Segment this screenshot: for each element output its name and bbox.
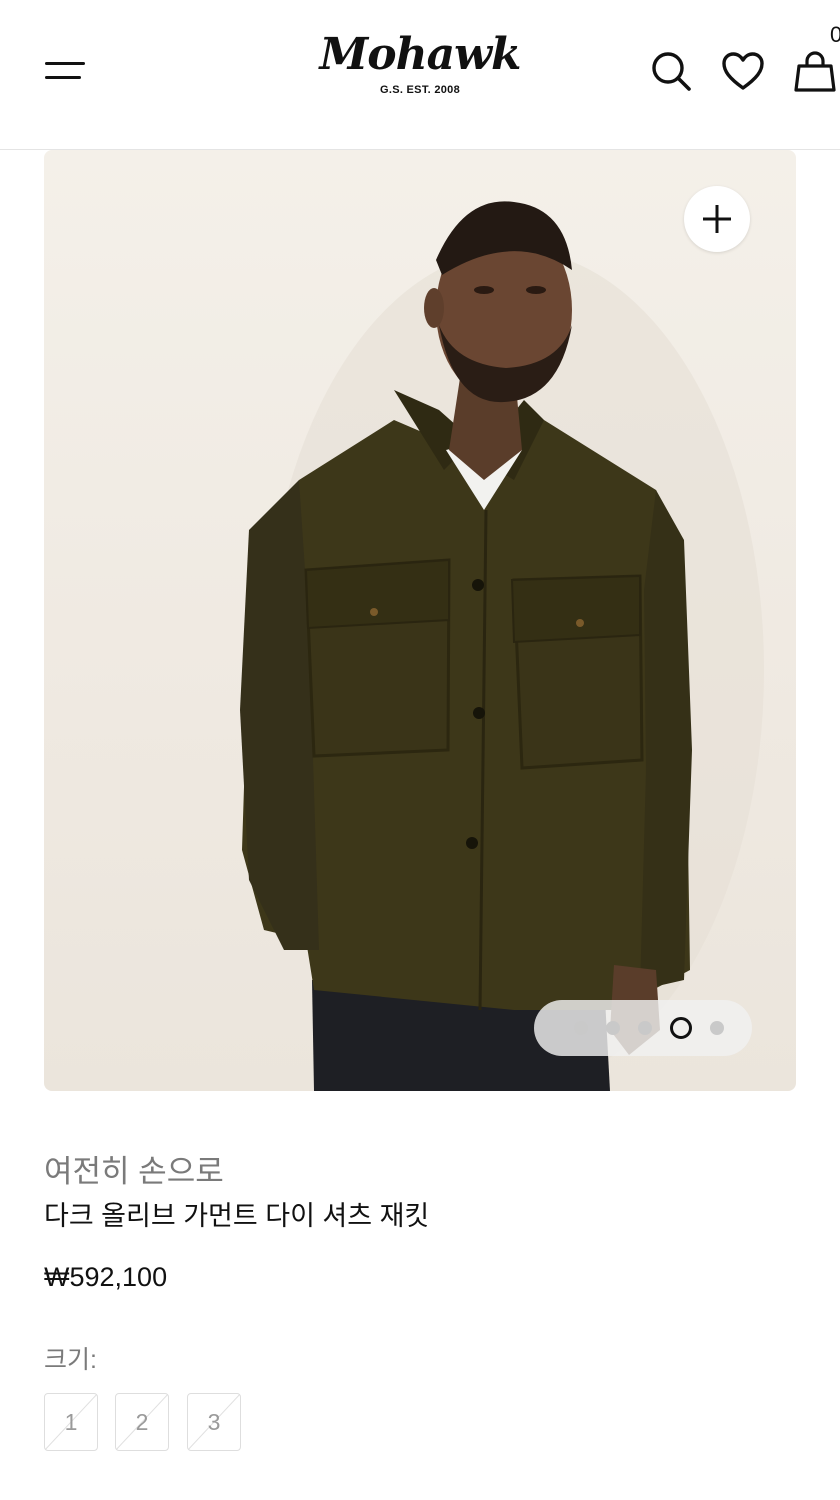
plus-icon (703, 205, 731, 233)
size-option-label: 1 (64, 1408, 78, 1435)
logo-wordmark: Mohawk (319, 29, 522, 80)
menu-icon-line (45, 76, 81, 79)
size-option-label: 2 (135, 1408, 149, 1435)
product-price: ₩592,100 (44, 1262, 168, 1292)
search-icon (652, 52, 691, 91)
product-image-gallery[interactable] (44, 150, 796, 1091)
gallery-pagination (534, 1000, 752, 1056)
wishlist-button[interactable] (718, 46, 768, 96)
bag-icon (794, 51, 836, 92)
gallery-dot-active[interactable] (670, 1017, 692, 1039)
logo-tagline: G.S. EST. 2008 (379, 84, 461, 96)
menu-icon (45, 62, 85, 65)
zoom-button[interactable] (684, 186, 750, 252)
size-label: 크기: (44, 1346, 97, 1374)
heart-icon (722, 52, 764, 90)
size-option-3[interactable]: 3 (187, 1393, 241, 1451)
size-option-2[interactable]: 2 (115, 1393, 169, 1451)
gallery-dot[interactable] (710, 1021, 724, 1035)
product-brand[interactable]: 여전히 손으로 (44, 1146, 224, 1191)
size-option-1[interactable]: 1 (44, 1393, 98, 1451)
menu-button[interactable] (40, 54, 90, 88)
product-photo (240, 201, 764, 1091)
site-header: Mohawk G.S. EST. 2008 0 (0, 0, 840, 150)
size-option-label: 3 (207, 1408, 221, 1435)
search-button[interactable] (646, 46, 696, 96)
gallery-dot[interactable] (574, 1021, 588, 1035)
product-title: 다크 올리브 가먼트 다이 셔츠 재킷 (44, 1201, 430, 1231)
gallery-dot[interactable] (606, 1021, 620, 1035)
cart-count-badge: 0 (830, 22, 840, 47)
cart-button[interactable] (790, 46, 840, 96)
gallery-dot[interactable] (638, 1021, 652, 1035)
logo[interactable]: Mohawk G.S. EST. 2008 (300, 28, 540, 110)
